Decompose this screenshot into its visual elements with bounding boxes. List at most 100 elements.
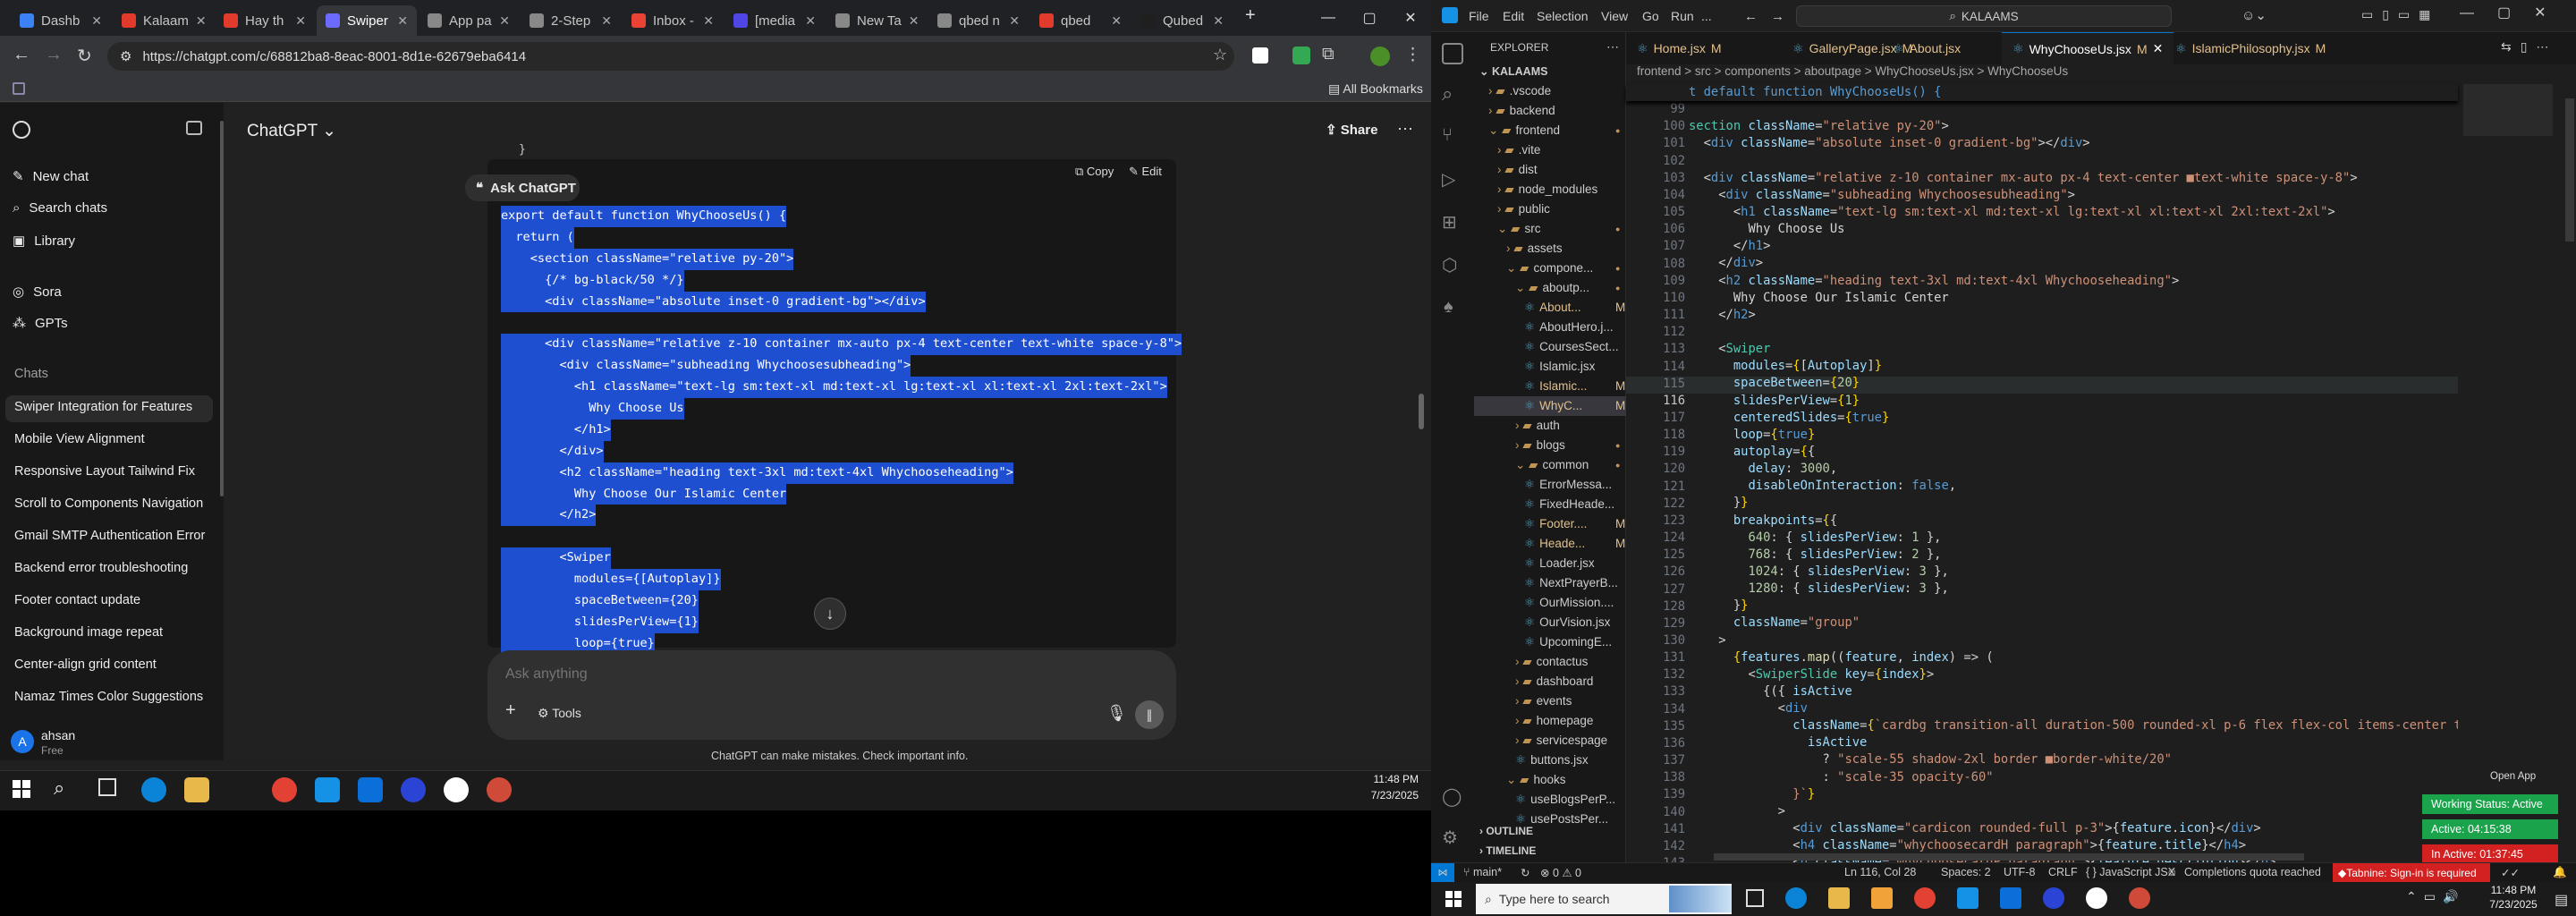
edge-icon[interactable] bbox=[141, 777, 166, 802]
tree-item-coursessect[interactable]: ⚛ CoursesSect... bbox=[1524, 340, 1619, 354]
tree-item-header[interactable]: ⚛ Heade... M bbox=[1524, 537, 1625, 551]
tree-item-whychoose[interactable]: ⚛ WhyC... M bbox=[1524, 399, 1625, 413]
app-icon[interactable] bbox=[487, 777, 512, 802]
tree-item-fixedheader[interactable]: ⚛ FixedHeade... bbox=[1524, 497, 1614, 512]
taskbar-search-box[interactable]: ⌕ Type here to search bbox=[1476, 884, 1732, 914]
tab-close-icon[interactable]: ✕ bbox=[397, 13, 408, 29]
tab-close-icon[interactable]: ✕ bbox=[1009, 13, 1020, 29]
tree-item-backend[interactable]: › ▰ backend bbox=[1488, 104, 1555, 118]
editor-tab[interactable]: ⚛ Home.jsx M bbox=[1626, 32, 1733, 64]
user-profile[interactable]: A ahsan Free bbox=[0, 721, 224, 760]
notifications-bell-icon[interactable]: 🔔 bbox=[2553, 866, 2567, 879]
tree-item-islamic[interactable]: ⚛ Islamic.jsx bbox=[1524, 360, 1595, 374]
code-editor[interactable]: t default function WhyChooseUs() {sectio… bbox=[1689, 84, 2521, 871]
tab-close-icon[interactable]: ✕ bbox=[2153, 41, 2164, 56]
nav-back-icon[interactable]: ← bbox=[1744, 9, 1758, 24]
browser-tab[interactable]: Hay th ✕ bbox=[215, 5, 315, 36]
tree-item-public[interactable]: › ▰ public bbox=[1497, 202, 1550, 216]
edge-icon[interactable] bbox=[1785, 887, 1807, 909]
browser-tab[interactable]: qbed ✕ bbox=[1030, 5, 1131, 36]
tree-item-node_modules[interactable]: › ▰ node_modules bbox=[1497, 182, 1597, 197]
chat-history-item[interactable]: Swiper Integration for Features bbox=[14, 400, 192, 414]
bookmark-star-icon[interactable]: ☆ bbox=[1213, 46, 1227, 64]
notification-center-icon[interactable]: ▤ bbox=[2555, 891, 2568, 909]
account-icon[interactable]: ◯ bbox=[1442, 785, 1462, 808]
site-info-icon[interactable]: ⚙ bbox=[120, 48, 131, 64]
new-chat-button[interactable]: ✎ New chat bbox=[13, 168, 89, 185]
chat-history-item[interactable]: Scroll to Components Navigation bbox=[14, 496, 203, 511]
mongodb-leaf-icon[interactable]: ♠ bbox=[1444, 297, 1453, 318]
tab-close-icon[interactable]: ✕ bbox=[295, 13, 306, 29]
ask-chatgpt-button[interactable]: ❝ Ask ChatGPT bbox=[465, 174, 580, 201]
more-options-icon[interactable]: ⋯ bbox=[1397, 120, 1413, 139]
message-composer[interactable]: + ⚙ Tools 🎙 ∥ bbox=[487, 650, 1176, 740]
browser-tab[interactable]: Dashb ✕ bbox=[11, 5, 111, 36]
windows-start-icon[interactable] bbox=[1445, 891, 1462, 907]
chat-history-item[interactable]: Footer contact update bbox=[14, 593, 140, 607]
tree-item-frontend[interactable]: ⌄ ▰ frontend ● bbox=[1488, 123, 1620, 138]
explorer-files-icon[interactable] bbox=[1442, 43, 1463, 64]
maximize-icon[interactable]: ▢ bbox=[1349, 0, 1390, 36]
library-button[interactable]: ▣ Library bbox=[13, 233, 75, 250]
tree-item-blogs[interactable]: › ▰ blogs ● bbox=[1515, 438, 1620, 453]
zoom-icon[interactable] bbox=[2043, 887, 2064, 909]
chat-scrollbar[interactable] bbox=[1419, 394, 1424, 429]
tab-close-icon[interactable]: ✕ bbox=[909, 13, 919, 29]
menu-item[interactable]: Run bbox=[1671, 9, 1694, 23]
browser-tab[interactable]: Qubed ✕ bbox=[1132, 5, 1233, 36]
language-mode[interactable]: { } JavaScript JSX bbox=[2086, 866, 2175, 878]
completions-quota[interactable]: Completions quota reached bbox=[2184, 866, 2321, 878]
tree-item-useblogsper[interactable]: ⚛ useBlogsPerP... bbox=[1515, 793, 1615, 807]
remote-icon[interactable]: ⬡ bbox=[1442, 254, 1457, 276]
copilot-status-icon[interactable]: ☺ bbox=[2166, 866, 2178, 878]
chat-history-item[interactable]: Backend error troubleshooting bbox=[14, 561, 188, 575]
remote-indicator-icon[interactable]: ⋈ bbox=[1431, 863, 1454, 882]
vscode-icon[interactable] bbox=[315, 777, 340, 802]
workspace-root[interactable]: ⌄ KALAAMS bbox=[1479, 64, 1547, 78]
menu-item[interactable]: Edit bbox=[1503, 9, 1524, 23]
command-center-search[interactable]: ⌕ KALAAMS bbox=[1796, 5, 2172, 27]
chat-history-item[interactable]: Background image repeat bbox=[14, 625, 163, 640]
tree-item-assets[interactable]: › ▰ assets bbox=[1506, 242, 1563, 256]
vscode-icon[interactable] bbox=[2000, 887, 2021, 909]
line-ending[interactable]: CRLF bbox=[2048, 866, 2078, 878]
all-bookmarks-link[interactable]: ▤ All Bookmarks bbox=[1328, 81, 1423, 97]
menu-item[interactable]: File bbox=[1469, 9, 1489, 23]
tree-item-islamicph[interactable]: ⚛ Islamic... M bbox=[1524, 379, 1625, 394]
forward-icon[interactable]: → bbox=[45, 45, 63, 65]
extension-icon[interactable] bbox=[1252, 47, 1268, 64]
vscode-icon[interactable] bbox=[1957, 887, 1979, 909]
tree-item-nextprayer[interactable]: ⚛ NextPrayerB... bbox=[1524, 576, 1618, 590]
git-branch[interactable]: ⑂ main* bbox=[1463, 866, 1502, 878]
tree-item-aboutpage[interactable]: ⌄ ▰ aboutp... ● bbox=[1515, 281, 1620, 295]
menu-item[interactable]: ... bbox=[1701, 9, 1712, 23]
zoom-icon[interactable] bbox=[401, 777, 426, 802]
extension-icon[interactable] bbox=[1292, 47, 1310, 64]
tab-close-icon[interactable]: ✕ bbox=[1111, 13, 1122, 29]
tree-item-events[interactable]: › ▰ events bbox=[1515, 694, 1572, 708]
chrome-icon[interactable] bbox=[272, 777, 297, 802]
menu-kebab-icon[interactable]: ⋮ bbox=[1404, 45, 1421, 65]
tree-item-hooks[interactable]: ⌄ ▰ hooks bbox=[1506, 773, 1565, 787]
apps-grid-icon[interactable] bbox=[13, 82, 25, 95]
minimap[interactable] bbox=[2458, 84, 2556, 844]
outline-section[interactable]: › OUTLINE bbox=[1479, 825, 1533, 837]
tree-item-dist[interactable]: › ▰ dist bbox=[1497, 163, 1538, 177]
editor-tab[interactable]: ⚛ WhyChooseUs.jsx M ✕ bbox=[2002, 32, 2174, 64]
chat-history-item[interactable]: Center-align grid content bbox=[14, 657, 157, 672]
tree-item-homepage[interactable]: › ▰ homepage bbox=[1515, 714, 1593, 728]
menu-item[interactable]: Selection bbox=[1537, 9, 1589, 23]
microphone-icon[interactable]: 🎙 bbox=[1106, 704, 1127, 723]
chrome-icon[interactable] bbox=[1914, 887, 1936, 909]
browser-tab[interactable]: 2-Step ✕ bbox=[521, 5, 621, 36]
tree-item-about[interactable]: ⚛ About... M bbox=[1524, 301, 1625, 315]
tree-item-common[interactable]: ⌄ ▰ common ● bbox=[1515, 458, 1620, 472]
tree-item-buttons[interactable]: ⚛ buttons.jsx bbox=[1515, 753, 1589, 768]
search-chats-button[interactable]: ⌕ Search chats bbox=[13, 200, 107, 216]
sticky-scroll[interactable]: t default function WhyChooseUs() { bbox=[1626, 84, 2458, 101]
address-bar[interactable]: ⚙ https://chatgpt.com/c/68812ba8-8eac-80… bbox=[107, 42, 1234, 71]
selected-code[interactable]: export default function WhyChooseUs() { … bbox=[501, 206, 1182, 655]
editor-actions-icons[interactable]: ⇆▯⋯ bbox=[2501, 39, 2557, 55]
prompt-input[interactable] bbox=[505, 661, 1149, 688]
indentation[interactable]: Spaces: 2 bbox=[1941, 866, 1991, 878]
